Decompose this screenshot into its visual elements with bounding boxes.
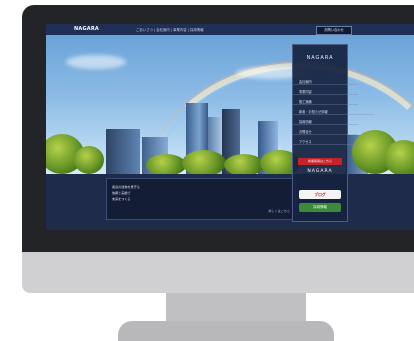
notice-line: 長良の建物を見守る <box>112 185 140 189</box>
tree <box>146 154 186 176</box>
tree-line <box>46 130 414 180</box>
monitor-stand-foot <box>118 321 334 341</box>
notice-link[interactable]: 詳しくはこちら <box>268 208 290 213</box>
tree <box>74 146 104 174</box>
sidebar-item[interactable]: 採用情報 <box>293 119 357 125</box>
news-button[interactable]: 新着情報はこちら <box>298 158 342 165</box>
sidebar-menu: NAGARA 会社案内 事業内容 施工実績 新着・お知らせ情報 採用情報 お問合… <box>292 44 373 222</box>
blog-button[interactable]: ブログ <box>299 190 341 199</box>
tree <box>182 150 226 176</box>
sidebar-item[interactable]: 施工実績 <box>293 99 357 105</box>
notice-line: 未来をつくる <box>112 197 131 201</box>
sidebar-item[interactable]: 新着・お知らせ情報 <box>293 109 373 115</box>
recruit-button[interactable]: 採用情報 <box>299 203 341 212</box>
tree <box>224 154 264 176</box>
top-nav[interactable]: ごあいさつ | 会社案内 | 事業内容 | 採用情報 <box>136 27 204 32</box>
sidebar-item[interactable]: アクセス <box>293 139 356 145</box>
sidebar-item[interactable]: 事業内容 <box>293 89 357 95</box>
notice-line: 信頼と実績で <box>112 191 131 195</box>
sidebar-logo[interactable]: NAGARA <box>293 55 347 61</box>
sidebar-item[interactable]: お問合せ <box>293 129 357 135</box>
site-logo[interactable]: NAGARA <box>74 26 99 32</box>
contact-button[interactable]: お問い合わせ <box>316 26 352 35</box>
slider-dots <box>334 220 349 230</box>
sidebar-logo-secondary[interactable]: NAGARA <box>293 169 347 174</box>
sidebar-item[interactable]: 会社案内 <box>293 79 357 85</box>
website-screen: NAGARA ごあいさつ | 会社案内 | 事業内容 | 採用情報 お問い合わせ… <box>46 24 414 230</box>
notice-box: 長良の建物を見守る 信頼と実績で 未来をつくる 詳しくはこちら <box>106 178 296 220</box>
monitor-stand-neck <box>166 293 306 323</box>
tree <box>384 140 414 176</box>
monitor-chin <box>22 252 414 293</box>
